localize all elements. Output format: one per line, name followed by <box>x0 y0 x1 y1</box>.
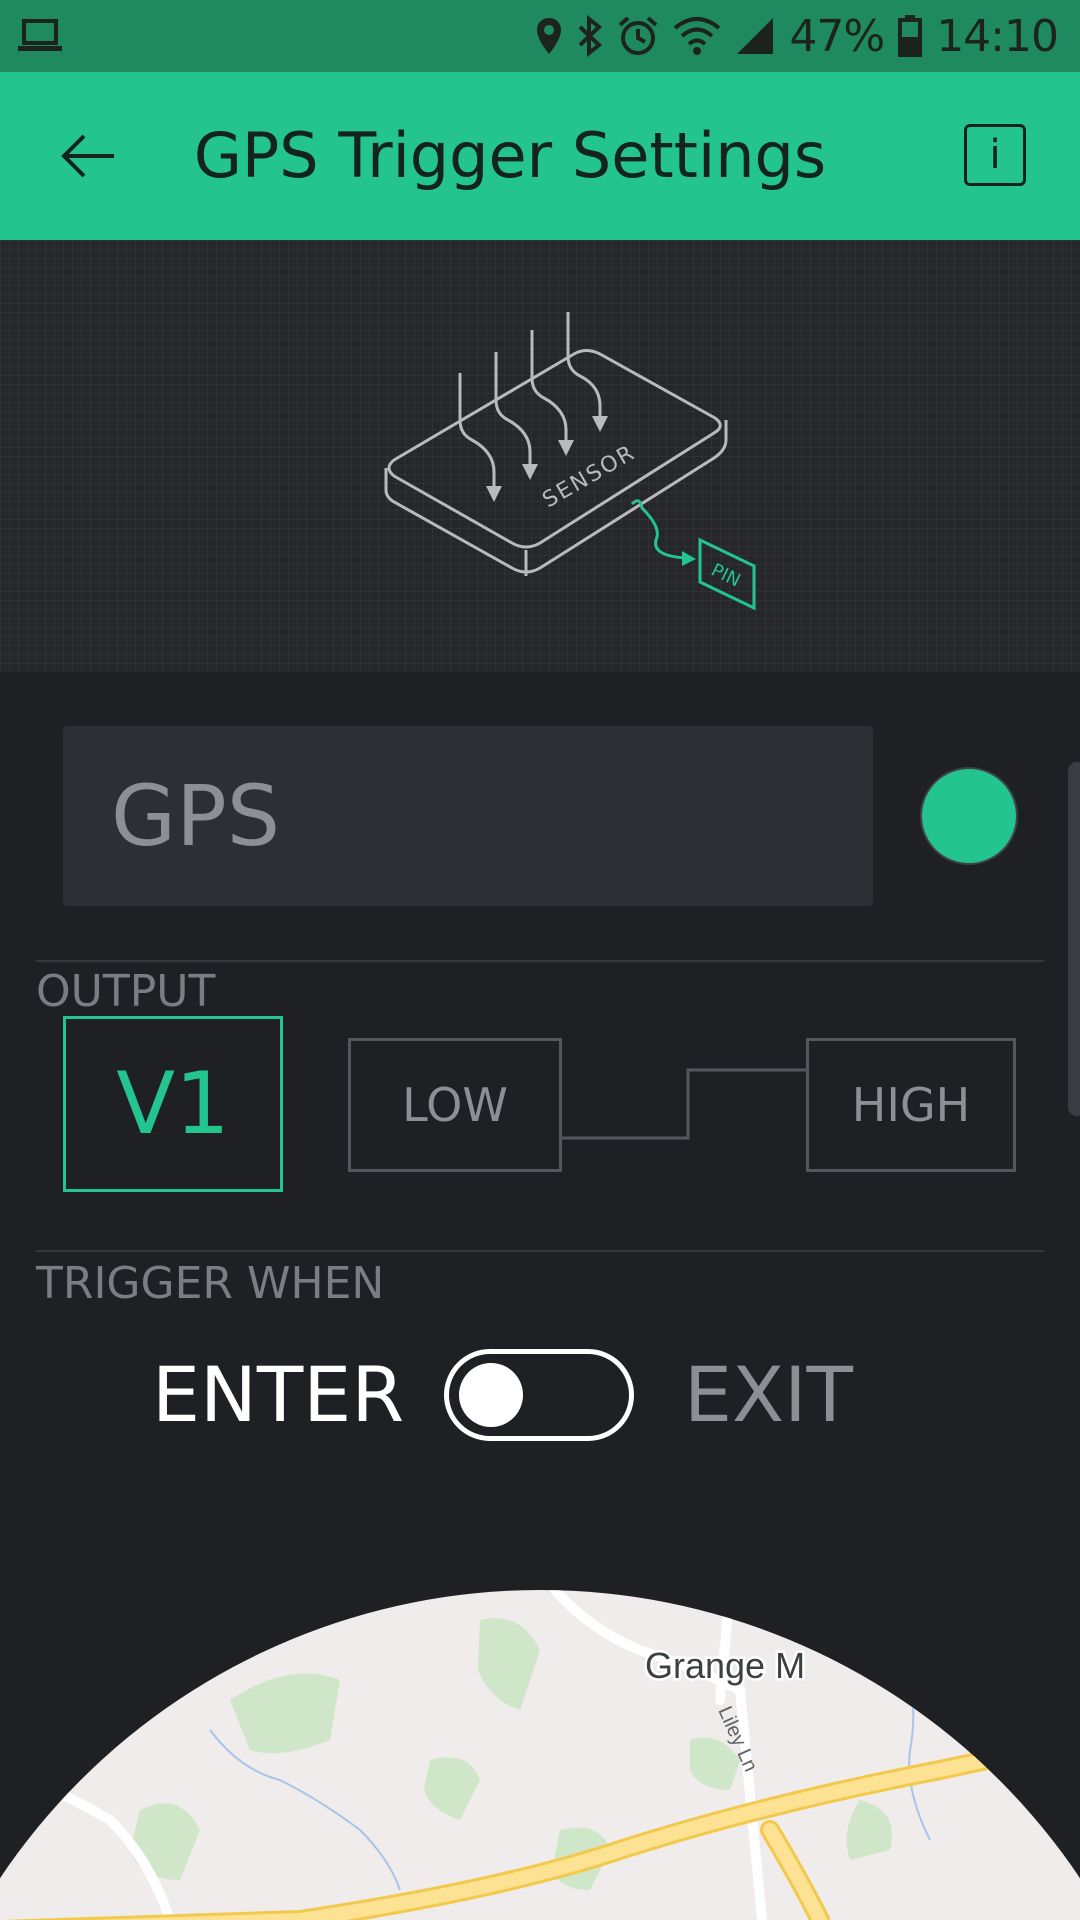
sensor-diagram: SENSOR PIN <box>384 312 756 611</box>
clock: 14:10 <box>936 10 1059 62</box>
battery-icon <box>898 15 923 57</box>
exit-label[interactable]: EXIT <box>684 1345 853 1445</box>
switch-knob <box>459 1363 523 1427</box>
high-value-button[interactable]: HIGH <box>806 1038 1016 1172</box>
alarm-icon <box>619 16 658 55</box>
widget-name-field[interactable]: GPS <box>63 726 873 906</box>
info-button[interactable]: i <box>964 124 1026 186</box>
map-circle: Grange M Liley Ln <box>0 1590 1080 1920</box>
laptop-icon <box>18 19 62 51</box>
sensor-top-face <box>387 349 722 549</box>
output-pin-selector[interactable]: V1 <box>63 1016 283 1192</box>
bluetooth-icon <box>579 15 603 57</box>
status-icons: 47% 14:10 <box>535 0 1059 72</box>
divider <box>36 1250 1044 1252</box>
map-place-label: Grange M <box>645 1645 805 1686</box>
output-section-label: OUTPUT <box>36 966 216 1017</box>
page-title: GPS Trigger Settings <box>193 119 827 192</box>
app-bar: GPS Trigger Settings i <box>0 72 1080 240</box>
battery-percent: 47% <box>789 10 885 62</box>
sensor-label: SENSOR <box>539 440 641 513</box>
trigger-section-label: TRIGGER WHEN <box>36 1258 385 1309</box>
step-line-icon <box>562 1068 806 1140</box>
widget-color-picker[interactable] <box>922 769 1016 863</box>
location-icon <box>537 18 562 54</box>
low-value-button[interactable]: LOW <box>348 1038 562 1172</box>
enter-label[interactable]: ENTER <box>152 1345 404 1445</box>
scrollbar[interactable] <box>1068 762 1080 1116</box>
sensor-illustration: SENSOR PIN <box>0 240 1080 672</box>
wifi-icon <box>674 17 721 55</box>
enter-exit-switch[interactable] <box>444 1349 634 1441</box>
signal-icon <box>737 18 774 54</box>
divider <box>36 960 1044 962</box>
widget-name-value: GPS <box>111 767 281 865</box>
map-view[interactable]: Grange M Liley Ln <box>0 1590 1080 1920</box>
trigger-toggle-row: ENTER EXIT <box>0 1345 1080 1445</box>
status-bar: 47% 14:10 <box>0 0 1080 72</box>
